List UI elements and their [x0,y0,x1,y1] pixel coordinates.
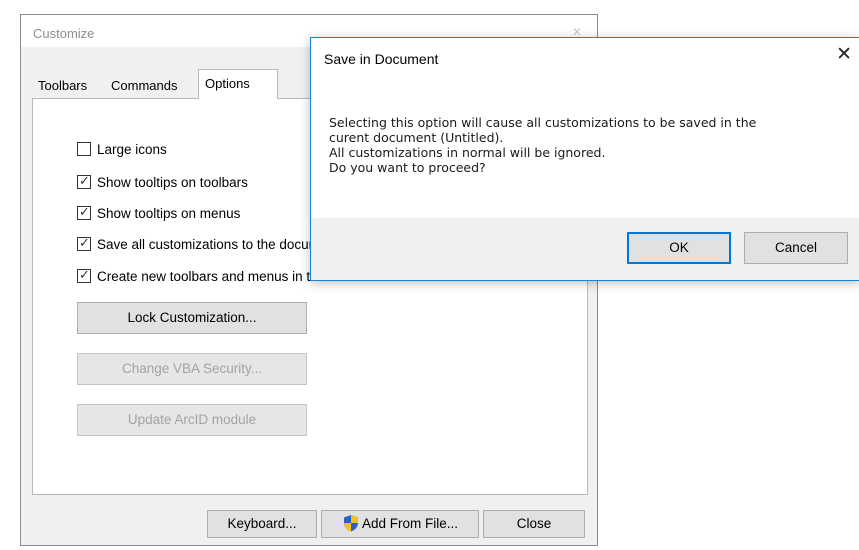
dialog-message: Selecting this option will cause all cus… [329,115,849,175]
checkbox-box[interactable]: ✓ [77,173,91,189]
keyboard-button[interactable]: Keyboard... [207,510,317,538]
checkbox-box[interactable] [77,142,91,156]
tab-toolbars[interactable]: Toolbars [32,75,93,97]
checkbox-box[interactable]: ✓ [77,267,91,283]
dialog-message-line: curent document (Untitled). [329,130,504,145]
checkmark-icon: ✓ [79,235,90,250]
tab-commands[interactable]: Commands [105,75,183,97]
checkbox-box[interactable]: ✓ [77,204,91,220]
dialog-close-icon[interactable]: ✕ [836,45,852,65]
dialog-message-line: All customizations in normal will be ign… [329,145,606,160]
checkbox-label: Show tooltips on toolbars [97,175,248,190]
dialog-title: Save in Document [324,51,439,67]
dialog-message-line: Do you want to proceed? [329,160,486,175]
cancel-button[interactable]: Cancel [744,232,848,264]
checkbox-box[interactable]: ✓ [77,235,91,251]
checkmark-icon: ✓ [79,173,90,188]
customize-title: Customize [33,26,95,41]
add-from-file-label: Add From File... [361,516,459,531]
checkmark-icon: ✓ [79,204,90,219]
lock-customization-button[interactable]: Lock Customization... [77,302,307,334]
update-arcid-module-button[interactable]: Update ArcID module [77,404,307,436]
shield-icon [343,514,358,532]
checkbox-label: Save all customizations to the document [97,237,339,252]
checkbox-label: Show tooltips on menus [97,206,241,221]
checkbox-label: Large icons [97,142,167,157]
ok-button[interactable]: OK [627,232,731,264]
change-vba-security-button[interactable]: Change VBA Security... [77,353,307,385]
dialog-message-line: Selecting this option will cause all cus… [329,115,757,130]
close-button[interactable]: Close [483,510,585,538]
add-from-file-button[interactable]: Add From File... [321,510,479,538]
tab-options[interactable]: Options [198,69,278,99]
save-in-document-dialog: Save in Document ✕ Selecting this option… [310,37,859,281]
checkmark-icon: ✓ [79,267,90,282]
